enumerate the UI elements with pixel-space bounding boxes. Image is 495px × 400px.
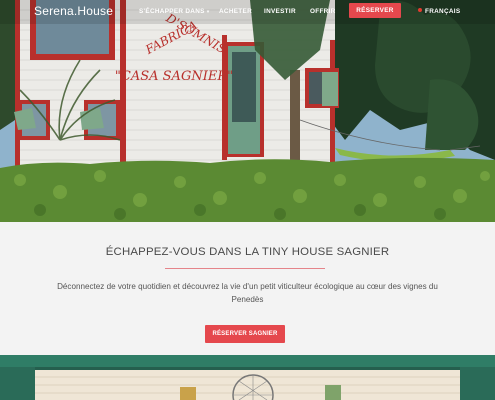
nav-item-escape[interactable]: S'ÉCHAPPER DANS ▾ [139,8,210,15]
top-navigation: Serena.House S'ÉCHAPPER DANS ▾ ACHETER IN… [0,0,495,24]
brand-logo[interactable]: Serena.House [34,4,113,18]
reserve-button[interactable]: RÉSERVER [349,3,401,18]
section-description: Déconnectez de votre quotidien et découv… [57,282,438,304]
svg-text:"CASA SAGNIER": "CASA SAGNIER" [115,69,233,84]
interior-image [0,355,495,400]
nav-item-label: S'ÉCHAPPER DANS [139,8,205,15]
language-selector[interactable]: FRANÇAIS [418,8,460,15]
nav-item-offer[interactable]: OFFRIR [310,8,336,15]
hero-image: FABRICA D'SOMNIS "CASA SAGNIER" [0,0,495,222]
title-divider [165,268,325,269]
language-label: FRANÇAIS [425,8,461,15]
hero-photo: FABRICA D'SOMNIS "CASA SAGNIER" [0,0,495,222]
reserve-sagnier-button[interactable]: RÉSERVER SAGNIER [205,325,285,343]
chevron-down-icon: ▾ [206,9,210,15]
interior-photo [0,355,495,400]
intro-section: ÉCHAPPEZ-VOUS DANS LA TINY HOUSE SAGNIER… [0,222,495,355]
section-title: ÉCHAPPEZ-VOUS DANS LA TINY HOUSE SAGNIER [105,246,390,258]
flag-icon [418,8,422,12]
nav-item-buy[interactable]: ACHETER [219,8,252,15]
nav-item-invest[interactable]: INVESTIR [264,8,296,15]
